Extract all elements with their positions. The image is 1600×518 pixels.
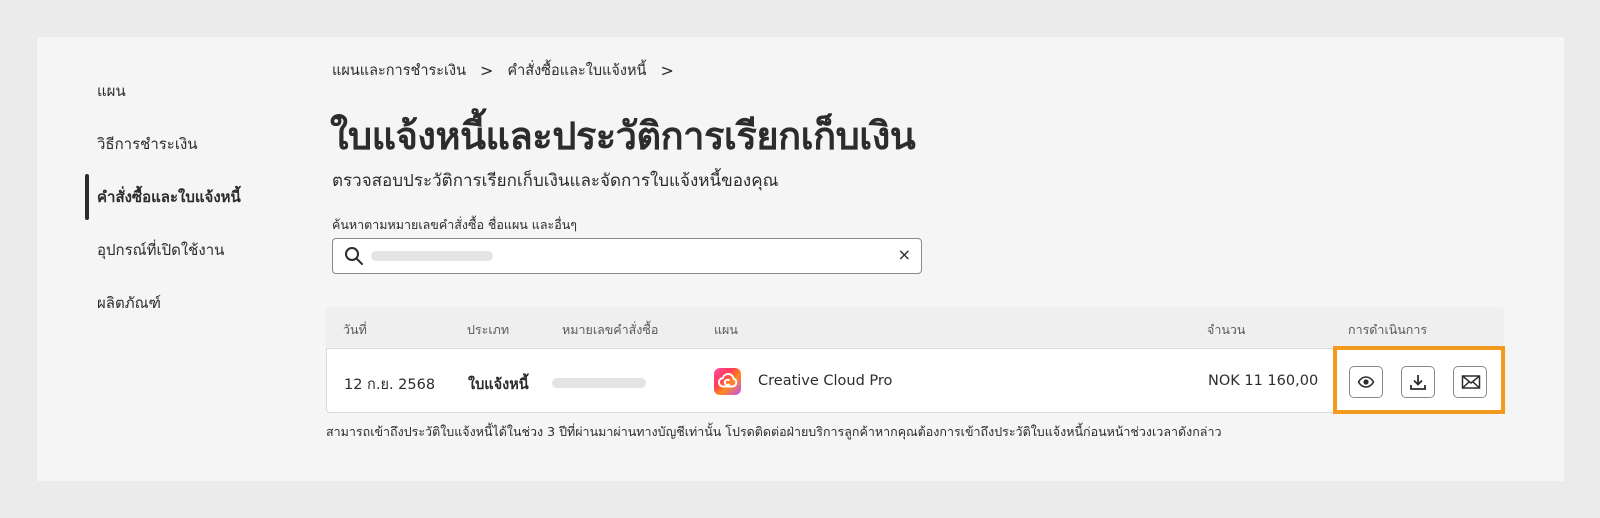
billing-panel: แผน วิธีการชำระเงิน คำสั่งซื้อและใบแจ้งห… — [37, 37, 1564, 481]
column-header-plan[interactable]: แผน — [714, 320, 738, 340]
row-plan: Creative Cloud Pro — [758, 373, 893, 389]
search-icon — [345, 247, 363, 265]
sidebar-item-products[interactable]: ผลิตภัณฑ์ — [97, 291, 161, 315]
sidebar-item-payment-methods[interactable]: วิธีการชำระเงิน — [97, 132, 198, 156]
breadcrumb-orders-invoices[interactable]: คำสั่งซื้อและใบแจ้งหนี้ — [507, 59, 646, 82]
breadcrumb-separator: > — [660, 61, 674, 80]
search-placeholder-bar — [371, 251, 493, 261]
table-row: 12 ก.ย. 2568 ใบแจ้งหนี้ Creative Cloud P… — [326, 348, 1504, 413]
sidebar-item-active-devices[interactable]: อุปกรณ์ที่เปิดใช้งาน — [97, 238, 224, 262]
breadcrumb-plans-payments[interactable]: แผนและการชำระเงิน — [332, 59, 466, 82]
page-title: ใบแจ้งหนี้และประวัติการเรียกเก็บเงิน — [330, 114, 916, 158]
search-input[interactable]: × — [332, 238, 922, 274]
sidebar-item-plans[interactable]: แผน — [97, 79, 126, 103]
row-amount: NOK 11 160,00 — [1208, 373, 1319, 389]
page-subtitle: ตรวจสอบประวัติการเรียกเก็บเงินและจัดการใ… — [332, 171, 779, 191]
row-order-number-redacted — [552, 378, 646, 388]
clear-search-button[interactable]: × — [898, 245, 911, 264]
table-header: วันที่ ประเภท หมายเลขคำสั่งซื้อ แผน จำนว… — [326, 307, 1504, 347]
row-type: ใบแจ้งหนี้ — [468, 377, 529, 393]
column-header-actions: การดำเนินการ — [1348, 322, 1428, 337]
search-label: ค้นหาตามหมายเลขคำสั่งซื้อ ชื่อแผน และอื่… — [332, 217, 578, 232]
column-header-date[interactable]: วันที่ — [343, 320, 367, 340]
creative-cloud-icon — [714, 368, 741, 395]
sidebar-nav: แผน วิธีการชำระเงิน คำสั่งซื้อและใบแจ้งห… — [37, 37, 317, 481]
actions-highlight-box — [1333, 346, 1505, 414]
column-header-type[interactable]: ประเภท — [467, 320, 509, 340]
breadcrumb-separator: > — [480, 61, 494, 80]
row-date: 12 ก.ย. 2568 — [344, 377, 436, 393]
sidebar-item-orders-invoices[interactable]: คำสั่งซื้อและใบแจ้งหนี้ — [97, 185, 241, 209]
invoice-history-footnote: สามารถเข้าถึงประวัติใบแจ้งหนี้ได้ในช่วง … — [326, 424, 1222, 439]
sidebar-active-indicator — [85, 174, 89, 220]
breadcrumb: แผนและการชำระเงิน > คำสั่งซื้อและใบแจ้งห… — [332, 59, 688, 82]
column-header-order-number[interactable]: หมายเลขคำสั่งซื้อ — [562, 320, 658, 340]
column-header-amount[interactable]: จำนวน — [1207, 320, 1245, 340]
